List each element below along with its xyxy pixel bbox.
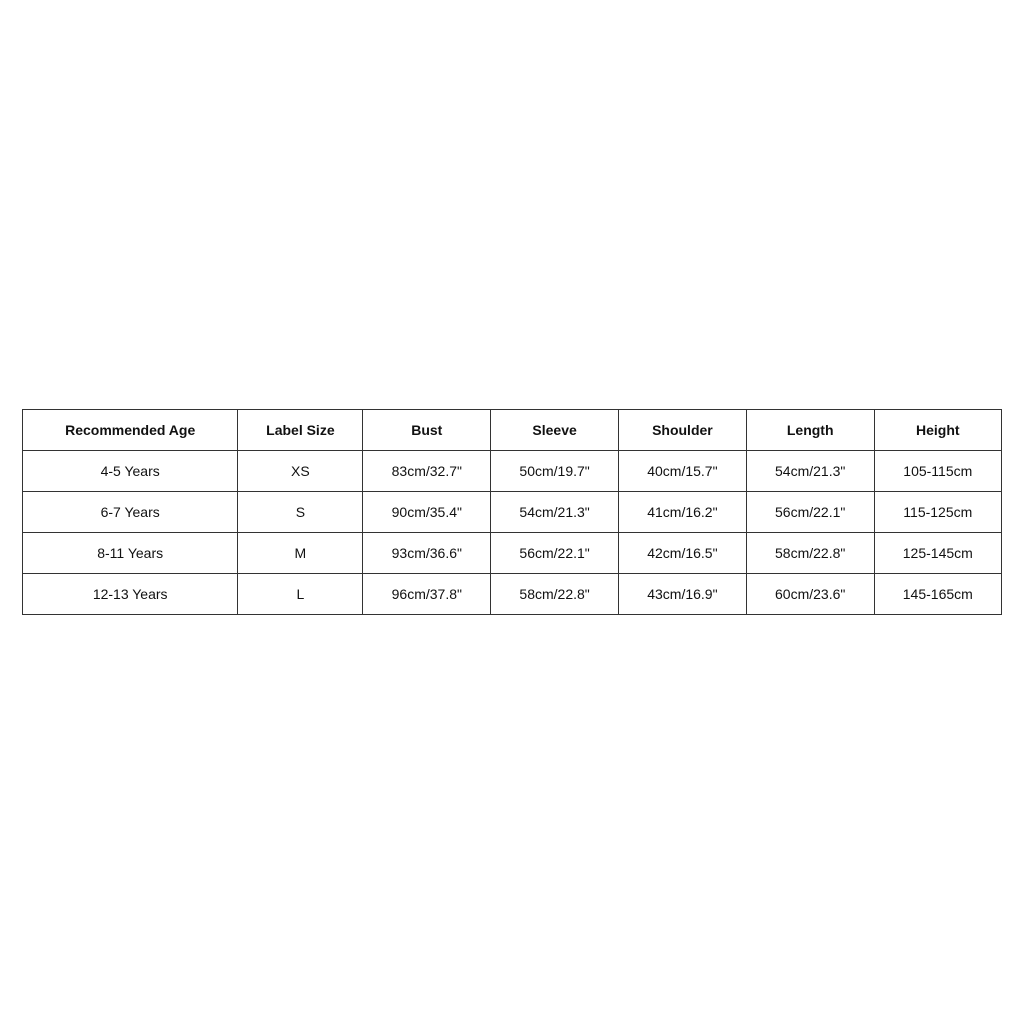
- cell-height: 145-165cm: [874, 574, 1001, 615]
- cell-age: 8-11 Years: [23, 533, 238, 574]
- cell-label-size: M: [238, 533, 363, 574]
- cell-sleeve: 50cm/19.7": [491, 451, 619, 492]
- table-row: 4-5 YearsXS83cm/32.7"50cm/19.7"40cm/15.7…: [23, 451, 1002, 492]
- cell-shoulder: 40cm/15.7": [619, 451, 747, 492]
- cell-sleeve: 54cm/21.3": [491, 492, 619, 533]
- cell-height: 105-115cm: [874, 451, 1001, 492]
- cell-age: 6-7 Years: [23, 492, 238, 533]
- header-length: Length: [746, 410, 874, 451]
- size-chart-table: Recommended Age Label Size Bust Sleeve S…: [22, 409, 1002, 615]
- header-bust: Bust: [363, 410, 491, 451]
- cell-bust: 96cm/37.8": [363, 574, 491, 615]
- cell-age: 4-5 Years: [23, 451, 238, 492]
- cell-length: 60cm/23.6": [746, 574, 874, 615]
- table-row: 8-11 YearsM93cm/36.6"56cm/22.1"42cm/16.5…: [23, 533, 1002, 574]
- cell-shoulder: 42cm/16.5": [619, 533, 747, 574]
- header-recommended-age: Recommended Age: [23, 410, 238, 451]
- cell-bust: 93cm/36.6": [363, 533, 491, 574]
- header-height: Height: [874, 410, 1001, 451]
- cell-bust: 83cm/32.7": [363, 451, 491, 492]
- cell-shoulder: 41cm/16.2": [619, 492, 747, 533]
- cell-sleeve: 56cm/22.1": [491, 533, 619, 574]
- header-sleeve: Sleeve: [491, 410, 619, 451]
- cell-shoulder: 43cm/16.9": [619, 574, 747, 615]
- cell-height: 115-125cm: [874, 492, 1001, 533]
- header-shoulder: Shoulder: [619, 410, 747, 451]
- cell-label-size: S: [238, 492, 363, 533]
- table-header-row: Recommended Age Label Size Bust Sleeve S…: [23, 410, 1002, 451]
- cell-length: 58cm/22.8": [746, 533, 874, 574]
- size-chart-container: Recommended Age Label Size Bust Sleeve S…: [22, 409, 1002, 615]
- cell-bust: 90cm/35.4": [363, 492, 491, 533]
- table-row: 12-13 YearsL96cm/37.8"58cm/22.8"43cm/16.…: [23, 574, 1002, 615]
- cell-length: 56cm/22.1": [746, 492, 874, 533]
- cell-label-size: XS: [238, 451, 363, 492]
- cell-sleeve: 58cm/22.8": [491, 574, 619, 615]
- header-label-size: Label Size: [238, 410, 363, 451]
- cell-length: 54cm/21.3": [746, 451, 874, 492]
- cell-age: 12-13 Years: [23, 574, 238, 615]
- cell-height: 125-145cm: [874, 533, 1001, 574]
- cell-label-size: L: [238, 574, 363, 615]
- table-row: 6-7 YearsS90cm/35.4"54cm/21.3"41cm/16.2"…: [23, 492, 1002, 533]
